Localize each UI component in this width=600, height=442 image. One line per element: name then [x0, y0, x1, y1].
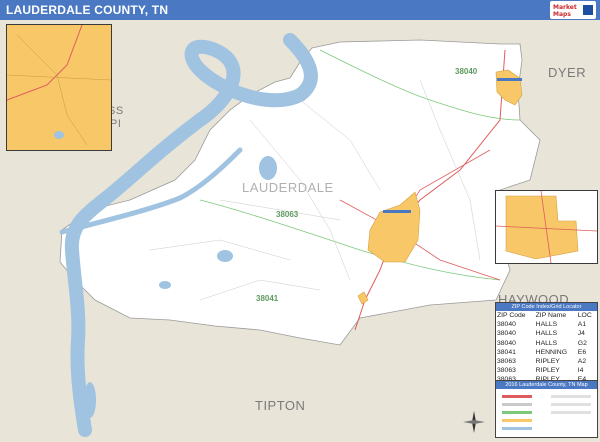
legend-swatch-road	[502, 403, 532, 406]
zip-index-table: ZIP Code ZIP Name LOC 38040 HALLS A1 380…	[496, 311, 597, 385]
brand-logo-mark	[583, 5, 593, 15]
zip-index-loc: G2	[577, 339, 587, 347]
zip-index-legend: ZIP Code Index/Grid Locator ZIP Code ZIP…	[495, 302, 598, 385]
map-header: LAUDERDALE COUNTY, TN Market Maps	[0, 0, 600, 20]
zip-index-loc: J4	[577, 330, 585, 338]
zip-index-loc: A2	[577, 358, 587, 366]
lake-1	[259, 156, 277, 180]
zip-index-name: HALLS	[535, 339, 558, 347]
zip-index-zip: 38040	[497, 330, 516, 338]
zip-index-loc: E6	[577, 348, 587, 356]
legend-swatch-highway	[502, 395, 532, 398]
lake-3	[159, 281, 171, 289]
zip-index-name: HALLS	[535, 330, 558, 338]
zip-index-header: ZIP Name	[535, 312, 567, 319]
inset-map-graphic	[7, 25, 111, 150]
inset-map-ripley[interactable]	[495, 190, 598, 264]
zip-index-header: ZIP Code	[497, 312, 526, 319]
county-label-tipton: TIPTON	[255, 398, 306, 413]
zip-index-header-row: ZIP Code ZIP Name LOC	[496, 311, 597, 320]
legend-swatch-zip	[502, 411, 532, 414]
zip-index-title: ZIP Code Index/Grid Locator	[496, 303, 597, 311]
inset-map-halls[interactable]	[6, 24, 112, 151]
city-marker-bar	[497, 78, 522, 81]
legend-swatch-water	[502, 427, 532, 430]
zip-label: 38063	[276, 210, 299, 219]
lake-4	[84, 382, 96, 418]
zip-index-zip: 38040	[497, 321, 516, 329]
zip-index-zip: 38041	[497, 348, 516, 356]
zip-index-loc: I4	[577, 367, 584, 375]
zip-index-row: 38063 RIPLEY I4	[496, 366, 597, 375]
brand-logo[interactable]: Market Maps	[550, 1, 596, 19]
zip-index-zip: 38040	[497, 339, 516, 347]
zip-index-name: RIPLEY	[535, 367, 560, 375]
zip-label: 38040	[455, 67, 478, 76]
city-marker-bar	[383, 210, 411, 213]
zip-index-loc: A1	[577, 321, 587, 329]
legend-swatch-other	[551, 403, 591, 406]
zip-label: 38041	[256, 294, 279, 303]
zip-index-header: LOC	[577, 312, 592, 319]
zip-index-row: 38063 RIPLEY A2	[496, 357, 597, 366]
compass-rose-icon	[462, 410, 486, 434]
map-legend: 2016 Lauderdale County, TN Map	[495, 380, 598, 438]
zip-index-name: RIPLEY	[535, 358, 560, 366]
zip-index-name: HENNING	[535, 348, 567, 356]
zip-index-row: 38041 HENNING E6	[496, 348, 597, 357]
zip-index-zip: 38063	[497, 358, 516, 366]
map-title: LAUDERDALE COUNTY, TN	[6, 3, 169, 17]
lake-2	[217, 250, 233, 262]
legend-swatch-other	[551, 411, 591, 414]
zip-index-name: HALLS	[535, 321, 558, 329]
zip-index-row: 38040 HALLS A1	[496, 320, 597, 329]
county-label-lauderdale: LAUDERDALE	[242, 180, 334, 195]
map-legend-title: 2016 Lauderdale County, TN Map	[496, 381, 597, 389]
legend-swatch-city	[502, 419, 532, 422]
legend-swatch-other	[551, 395, 591, 398]
zip-index-row: 38040 HALLS G2	[496, 339, 597, 348]
inset-map-graphic	[496, 191, 597, 263]
county-label-dyer: DYER	[548, 65, 587, 80]
zip-index-row: 38040 HALLS J4	[496, 329, 597, 338]
zip-index-zip: 38063	[497, 367, 516, 375]
